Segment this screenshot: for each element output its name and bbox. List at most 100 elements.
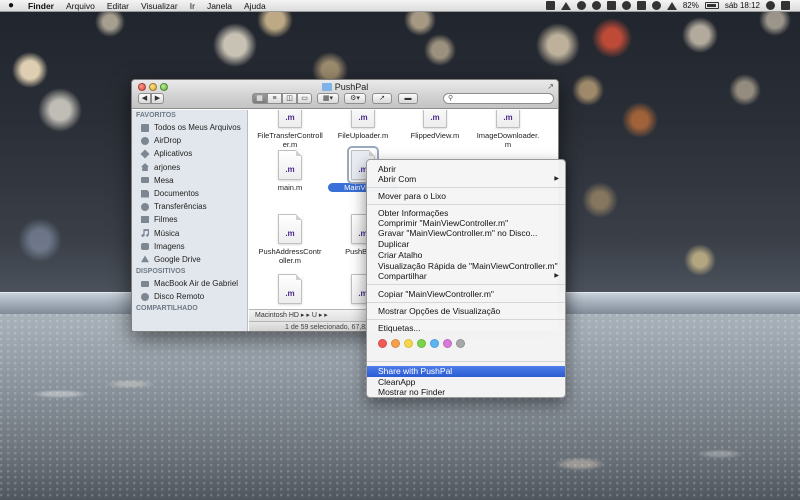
sidebar-item-all-files[interactable]: Todos os Meus Arquivos xyxy=(132,121,247,134)
sidebar-item-home[interactable]: arjones xyxy=(132,161,247,174)
menu-janela[interactable]: Janela xyxy=(201,1,238,11)
menu-item-move-to-trash[interactable]: Mover para o Lixo xyxy=(367,191,565,201)
file-item[interactable]: .m ImageDownloader.m xyxy=(473,110,543,149)
menu-item-open[interactable]: Abrir xyxy=(367,164,565,174)
tag-gray[interactable] xyxy=(456,339,465,348)
back-button[interactable]: ◀ xyxy=(138,93,151,104)
context-menu: Abrir Abrir Com Mover para o Lixo Obter … xyxy=(366,159,566,398)
sidebar-item-applications[interactable]: Aplicativos xyxy=(132,147,247,160)
menu-separator xyxy=(367,361,565,362)
battery-percent[interactable]: 82% xyxy=(683,1,699,10)
file-item[interactable]: .m FileTransferController.m xyxy=(255,110,325,149)
menu-item-tags[interactable]: Etiquetas... xyxy=(367,323,565,333)
menu-item-make-alias[interactable]: Criar Atalho xyxy=(367,250,565,260)
menu-editar[interactable]: Editar xyxy=(101,1,135,11)
menu-item-get-info[interactable]: Obter Informações xyxy=(367,208,565,218)
sidebar-item-label: MacBook Air de Gabriel xyxy=(154,279,239,289)
file-item[interactable]: .m main.m xyxy=(255,150,325,192)
tag-purple[interactable] xyxy=(443,339,452,348)
menu-item-view-options[interactable]: Mostrar Opções de Visualização xyxy=(367,306,565,316)
menu-item-show-in-finder[interactable]: Mostrar no Finder xyxy=(367,387,565,397)
skype-icon[interactable] xyxy=(591,1,601,10)
sidebar-item-label: Google Drive xyxy=(154,254,201,264)
tag-green[interactable] xyxy=(417,339,426,348)
file-name: PushAddressController.m xyxy=(258,247,322,265)
tag-red[interactable] xyxy=(378,339,387,348)
menu-item-cleanapp[interactable]: CleanApp xyxy=(367,377,565,387)
window-toolbar: PushPal ↗ ◀ ▶ ▦ ≡ ◫ ▭ ▦▾ ⚙▾ ↗ ▬ ⚲ xyxy=(132,80,558,109)
home-icon xyxy=(141,163,149,172)
file-item[interactable]: .m xyxy=(255,274,325,307)
sidebar-item-desktop[interactable]: Mesa xyxy=(132,174,247,187)
menu-item-burn[interactable]: Gravar "MainViewController.m" no Disco..… xyxy=(367,228,565,238)
forward-button[interactable]: ▶ xyxy=(151,93,164,104)
sidebar-item-remote-disc[interactable]: Disco Remoto xyxy=(132,290,247,303)
sidebar-item-airdrop[interactable]: AirDrop xyxy=(132,134,247,147)
window-title-text: PushPal xyxy=(334,82,369,92)
menu-item-open-with[interactable]: Abrir Com xyxy=(367,174,565,184)
battery-icon[interactable] xyxy=(704,2,719,9)
menu-finder[interactable]: Finder xyxy=(22,1,60,11)
wifi-icon[interactable] xyxy=(651,1,661,10)
file-item[interactable]: .m FlippedView.m xyxy=(400,110,470,140)
source-file-icon: .m xyxy=(278,214,302,244)
file-extension: .m xyxy=(358,113,368,122)
source-file-icon: .m xyxy=(278,150,302,180)
all-files-icon xyxy=(141,123,149,132)
google-drive-status-icon[interactable] xyxy=(560,1,571,10)
sidebar-item-macbook[interactable]: MacBook Air de Gabriel xyxy=(132,277,247,290)
dropbox-icon[interactable] xyxy=(545,1,555,10)
notification-center-icon[interactable] xyxy=(781,1,790,10)
file-name: ImageDownloader.m xyxy=(476,131,540,149)
pushpal-status-icon[interactable] xyxy=(606,1,616,10)
time-machine-icon[interactable] xyxy=(621,1,631,10)
arrange-button[interactable]: ▦▾ xyxy=(317,93,339,104)
search-input[interactable]: ⚲ xyxy=(443,93,554,104)
menu-clock[interactable]: sáb 18:12 xyxy=(725,1,760,10)
tag-orange[interactable] xyxy=(391,339,400,348)
menu-item-copy[interactable]: Copiar "MainViewController.m" xyxy=(367,289,565,299)
sidebar-item-documents[interactable]: Documentos xyxy=(132,187,247,200)
file-name: FileTransferController.m xyxy=(257,131,323,149)
file-extension: .m xyxy=(285,289,295,298)
menu-item-quick-look[interactable]: Visualização Rápida de "MainViewControll… xyxy=(367,261,565,271)
sidebar-header-devices: DISPOSITIVOS xyxy=(136,268,186,276)
sidebar-item-downloads[interactable]: Transferências xyxy=(132,200,247,213)
menu-item-compress[interactable]: Comprimir "MainViewController.m" xyxy=(367,218,565,228)
menu-ir[interactable]: Ir xyxy=(184,1,201,11)
sidebar-item-pictures[interactable]: Imagens xyxy=(132,240,247,253)
share-button[interactable]: ↗ xyxy=(372,93,392,104)
source-file-icon: .m xyxy=(423,110,447,128)
menu-item-share-with-pushpal[interactable]: Share with PushPal xyxy=(367,366,565,377)
fullscreen-icon[interactable]: ↗ xyxy=(547,82,554,91)
list-view-button[interactable]: ≡ xyxy=(267,93,282,104)
column-view-button[interactable]: ◫ xyxy=(282,93,297,104)
volume-icon[interactable] xyxy=(666,1,677,10)
tag-yellow[interactable] xyxy=(404,339,413,348)
tags-button[interactable]: ▬ xyxy=(398,93,418,104)
file-extension: .m xyxy=(285,113,295,122)
cover-flow-button[interactable]: ▭ xyxy=(297,93,312,104)
sidebar-item-label: Filmes xyxy=(154,215,178,225)
menu-item-duplicate[interactable]: Duplicar xyxy=(367,239,565,249)
bluetooth-icon[interactable] xyxy=(636,1,646,10)
icon-view-button[interactable]: ▦ xyxy=(252,93,267,104)
sidebar-item-google-drive[interactable]: Google Drive xyxy=(132,253,247,266)
tag-blue[interactable] xyxy=(430,339,439,348)
file-item[interactable]: .m FileUploader.m xyxy=(328,110,398,140)
sidebar-header-shared: COMPARTILHADO xyxy=(136,305,198,313)
file-item[interactable]: .m PushAddressController.m xyxy=(255,214,325,265)
action-gear-button[interactable]: ⚙▾ xyxy=(344,93,366,104)
source-file-icon: .m xyxy=(278,274,302,304)
menu-arquivo[interactable]: Arquivo xyxy=(60,1,101,11)
menu-visualizar[interactable]: Visualizar xyxy=(135,1,184,11)
sidebar-item-label: Todos os Meus Arquivos xyxy=(154,123,241,133)
window-title: PushPal xyxy=(132,82,558,92)
menu-item-share[interactable]: Compartilhar xyxy=(367,271,565,281)
spotlight-icon[interactable] xyxy=(766,1,775,10)
apple-menu-icon[interactable]: ● xyxy=(0,0,22,11)
cloud-icon[interactable] xyxy=(576,1,586,10)
sidebar-item-movies[interactable]: Filmes xyxy=(132,213,247,226)
sidebar-item-music[interactable]: Música xyxy=(132,227,247,240)
menu-ajuda[interactable]: Ajuda xyxy=(238,1,272,11)
